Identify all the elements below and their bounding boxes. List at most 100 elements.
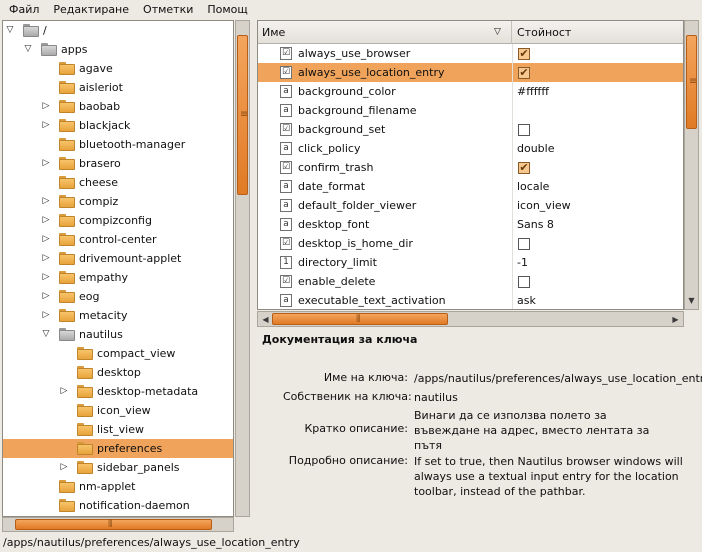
tree-item-label: eog <box>79 290 100 303</box>
column-header-name[interactable]: Име ▽ <box>258 21 512 44</box>
folder-icon <box>77 404 93 417</box>
expander-closed-icon[interactable]: ▷ <box>41 101 51 111</box>
menu-help[interactable]: Помощ <box>200 0 254 20</box>
key-name: click_policy <box>298 142 361 155</box>
list-vertical-scroll-thumb[interactable]: ≡ <box>686 35 697 129</box>
key-value[interactable]: double <box>517 139 555 158</box>
tree-item-desktop[interactable]: desktop <box>3 363 233 382</box>
expander-closed-icon[interactable]: ▷ <box>41 291 51 301</box>
string-key-icon: a <box>280 142 292 155</box>
tree-item-brasero[interactable]: ▷ brasero <box>3 154 233 173</box>
expander-closed-icon[interactable]: ▷ <box>41 120 51 130</box>
tree-item-label: brasero <box>79 157 121 170</box>
long-desc-label: Подробно описание: <box>288 454 408 467</box>
tree-vertical-scroll-thumb[interactable]: ≡ <box>237 35 248 195</box>
long-desc-value: If set to true, then Nautilus browser wi… <box>414 455 683 498</box>
tree-item-root[interactable]: ▽ / <box>3 21 233 40</box>
key-row-date-format[interactable]: a date_format locale <box>258 177 683 196</box>
expander-open-icon[interactable]: ▽ <box>23 44 33 54</box>
key-row-executable-text-activation[interactable]: a executable_text_activation ask <box>258 291 683 309</box>
expander-closed-icon[interactable]: ▷ <box>41 310 51 320</box>
value-checkbox[interactable] <box>518 276 530 288</box>
folder-icon <box>77 461 93 474</box>
key-value[interactable]: locale <box>517 177 549 196</box>
expander-closed-icon[interactable]: ▷ <box>59 386 69 396</box>
key-value[interactable]: #ffffff <box>517 82 549 101</box>
open-folder-icon <box>41 43 57 56</box>
key-value[interactable]: -1 <box>517 253 528 272</box>
expander-closed-icon[interactable]: ▷ <box>41 215 51 225</box>
tree-vertical-scrollbar[interactable]: ≡ <box>235 20 250 517</box>
tree-item-cheese[interactable]: cheese <box>3 173 233 192</box>
scroll-right-arrow-icon[interactable]: ▶ <box>669 313 682 326</box>
tree-item-apps[interactable]: ▽ apps <box>3 40 233 59</box>
tree-item-preferences[interactable]: preferences <box>3 439 233 458</box>
tree-item-compiz[interactable]: ▷ compiz <box>3 192 233 211</box>
expander-closed-icon[interactable]: ▷ <box>41 158 51 168</box>
key-row-default-folder-viewer[interactable]: a default_folder_viewer icon_view <box>258 196 683 215</box>
tree-item-desktop-metadata[interactable]: ▷ desktop-metadata <box>3 382 233 401</box>
expander-closed-icon[interactable]: ▷ <box>59 462 69 472</box>
key-row-click-policy[interactable]: a click_policy double <box>258 139 683 158</box>
list-vertical-scrollbar[interactable]: ≡ ▼ <box>684 20 699 310</box>
tree-item-compizconfig[interactable]: ▷ compizconfig <box>3 211 233 230</box>
tree-item-control-center[interactable]: ▷ control-center <box>3 230 233 249</box>
key-row-background-filename[interactable]: a background_filename <box>258 101 683 120</box>
tree-item-metacity[interactable]: ▷ metacity <box>3 306 233 325</box>
list-horizontal-scroll-thumb[interactable]: ⦀ <box>272 313 448 325</box>
list-horizontal-scrollbar[interactable]: ◀ ⦀ ▶ <box>257 311 684 327</box>
key-value[interactable]: Sans 8 <box>517 215 554 234</box>
tree-item-nautilus[interactable]: ▽ nautilus <box>3 325 233 344</box>
value-checkbox[interactable] <box>518 124 530 136</box>
value-checkbox[interactable]: ✔ <box>518 48 530 60</box>
scroll-down-arrow-icon[interactable]: ▼ <box>685 294 698 307</box>
tree-item-bluetooth-manager[interactable]: bluetooth-manager <box>3 135 233 154</box>
expander-closed-icon[interactable]: ▷ <box>41 272 51 282</box>
tree-item-empathy[interactable]: ▷ empathy <box>3 268 233 287</box>
column-divider <box>512 44 513 309</box>
tree-item-baobab[interactable]: ▷ baobab <box>3 97 233 116</box>
key-row-desktop-is-home-dir[interactable]: ☑ desktop_is_home_dir <box>258 234 683 253</box>
tree-item-sidebar-panels[interactable]: ▷ sidebar_panels <box>3 458 233 477</box>
tree-item-list-view[interactable]: list_view <box>3 420 233 439</box>
menu-file[interactable]: Файл <box>2 0 46 20</box>
key-row-background-color[interactable]: a background_color #ffffff <box>258 82 683 101</box>
string-key-icon: a <box>280 294 292 307</box>
key-row-confirm-trash[interactable]: ☑ confirm_trash ✔ <box>258 158 683 177</box>
key-name: always_use_location_entry <box>298 66 445 79</box>
expander-closed-icon[interactable]: ▷ <box>41 253 51 263</box>
value-checkbox[interactable]: ✔ <box>518 162 530 174</box>
expander-closed-icon[interactable]: ▷ <box>41 234 51 244</box>
tree-item-notification-daemon[interactable]: notification-daemon <box>3 496 233 515</box>
tree-item-eog[interactable]: ▷ eog <box>3 287 233 306</box>
key-value[interactable]: icon_view <box>517 196 571 215</box>
key-name: enable_delete <box>298 275 376 288</box>
expander-open-icon[interactable]: ▽ <box>5 25 15 35</box>
tree-item-nm-applet[interactable]: nm-applet <box>3 477 233 496</box>
expander-closed-icon[interactable]: ▷ <box>41 196 51 206</box>
key-row-always-use-location-entry[interactable]: ☑ always_use_location_entry ✔ <box>258 63 683 82</box>
key-value[interactable]: ask <box>517 291 536 309</box>
menu-bookmarks[interactable]: Отметки <box>136 0 200 20</box>
key-row-always-use-browser[interactable]: ☑ always_use_browser ✔ <box>258 44 683 63</box>
tree-item-agave[interactable]: agave <box>3 59 233 78</box>
column-header-value[interactable]: Стойност <box>513 21 683 44</box>
key-row-desktop-font[interactable]: a desktop_font Sans 8 <box>258 215 683 234</box>
tree-item-compact-view[interactable]: compact_view <box>3 344 233 363</box>
tree-horizontal-scrollbar[interactable]: ⦀ <box>2 517 234 532</box>
value-checkbox[interactable]: ✔ <box>518 67 530 79</box>
tree-item-drivemount-applet[interactable]: ▷ drivemount-applet <box>3 249 233 268</box>
key-row-background-set[interactable]: ☑ background_set <box>258 120 683 139</box>
open-folder-icon <box>59 328 75 341</box>
tree-item-icon-view[interactable]: icon_view <box>3 401 233 420</box>
value-checkbox[interactable] <box>518 238 530 250</box>
key-row-enable-delete[interactable]: ☑ enable_delete <box>258 272 683 291</box>
folder-icon <box>77 347 93 360</box>
tree-horizontal-scroll-thumb[interactable]: ⦀ <box>15 519 212 530</box>
tree-item-blackjack[interactable]: ▷ blackjack <box>3 116 233 135</box>
expander-open-icon[interactable]: ▽ <box>41 329 51 339</box>
scroll-left-arrow-icon[interactable]: ◀ <box>259 313 272 326</box>
tree-item-aisleriot[interactable]: aisleriot <box>3 78 233 97</box>
key-row-directory-limit[interactable]: 1 directory_limit -1 <box>258 253 683 272</box>
menu-edit[interactable]: Редактиране <box>46 0 136 20</box>
